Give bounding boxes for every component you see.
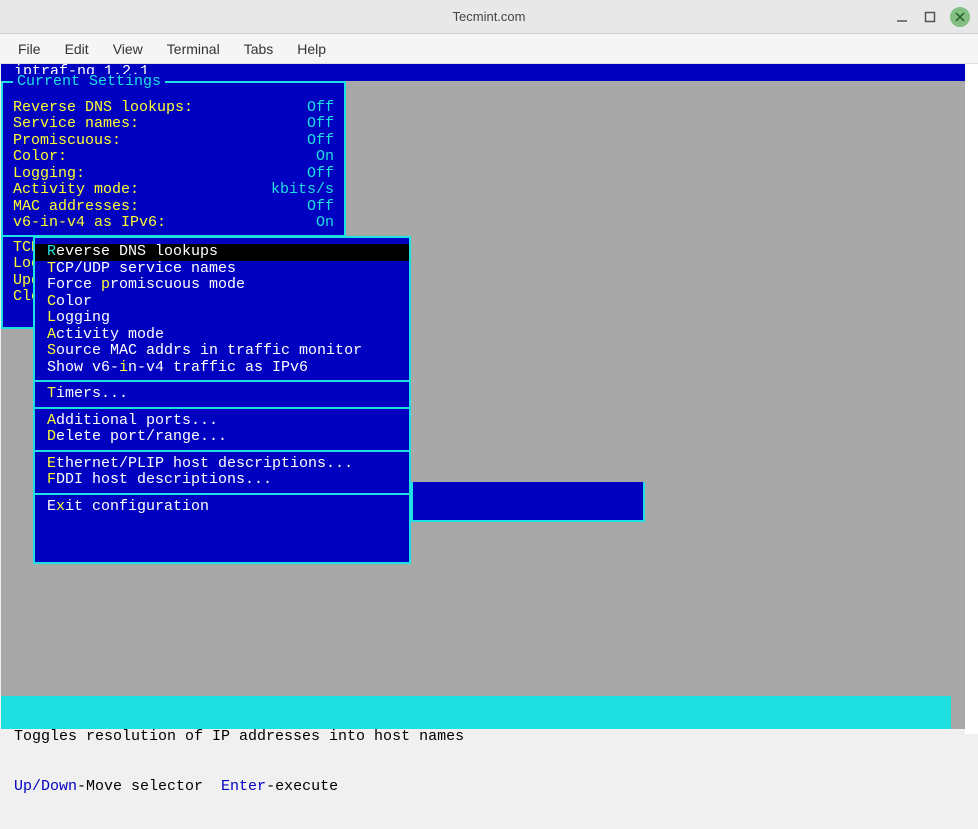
setting-row: MAC addresses: Off [13, 199, 334, 216]
menu-item[interactable]: TCP/UDP service names [35, 261, 409, 278]
setting-row: Color: On [13, 149, 334, 166]
menu-item[interactable]: Logging [35, 310, 409, 327]
menu-help[interactable]: Help [287, 37, 336, 61]
setting-value: Off [264, 166, 334, 183]
menu-item[interactable]: Activity mode [35, 327, 409, 344]
window-controls [894, 7, 970, 27]
setting-row: Activity mode: kbits/s [13, 182, 334, 199]
menu-terminal[interactable]: Terminal [157, 37, 230, 61]
setting-label: Activity mode: [13, 182, 139, 199]
setting-value: kbits/s [264, 182, 334, 199]
setting-label: Reverse DNS lookups: [13, 100, 193, 117]
setting-label: Color: [13, 149, 67, 166]
settings-title: Current Settings [13, 74, 165, 91]
setting-label: Promiscuous: [13, 133, 121, 150]
terminal-body: Reverse DNS lookupsTCP/UDP service names… [1, 81, 965, 696]
setting-value: Off [264, 116, 334, 133]
setting-value: Off [264, 100, 334, 117]
close-button[interactable] [950, 7, 970, 27]
menu-item[interactable]: Reverse DNS lookups [35, 244, 409, 261]
terminal-scrollbar[interactable] [965, 64, 978, 734]
menu-edit[interactable]: Edit [55, 37, 99, 61]
minimize-button[interactable] [894, 9, 910, 25]
menu-separator [35, 493, 409, 495]
menu-tabs[interactable]: Tabs [234, 37, 284, 61]
setting-value: Off [264, 199, 334, 216]
setting-row: Promiscuous: Off [13, 133, 334, 150]
maximize-button[interactable] [922, 9, 938, 25]
status-bar: Toggles resolution of IP addresses into … [1, 696, 951, 729]
menu-item[interactable]: Color [35, 294, 409, 311]
status-keys: Up/Down-Move selector Enter-execute [5, 779, 947, 796]
menu-separator [35, 407, 409, 409]
setting-row: Logging: Off [13, 166, 334, 183]
setting-row: v6-in-v4 as IPv6: On [13, 215, 334, 232]
menu-item[interactable]: Source MAC addrs in traffic monitor [35, 343, 409, 360]
menu-item[interactable]: Force promiscuous mode [35, 277, 409, 294]
menubar: File Edit View Terminal Tabs Help [0, 34, 978, 64]
menu-item[interactable]: Additional ports... [35, 413, 409, 430]
setting-value: Off [264, 133, 334, 150]
setting-value: On [264, 215, 334, 232]
menu-item[interactable]: Show v6-in-v4 traffic as IPv6 [35, 360, 409, 377]
menu-item[interactable]: FDDI host descriptions... [35, 472, 409, 489]
menu-item[interactable]: Delete port/range... [35, 429, 409, 446]
setting-label: MAC addresses: [13, 199, 139, 216]
window-titlebar: Tecmint.com [0, 0, 978, 34]
window-title: Tecmint.com [453, 9, 526, 24]
setting-label: Service names: [13, 116, 139, 133]
menu-separator [35, 380, 409, 382]
setting-label: Logging: [13, 166, 85, 183]
menu-separator [35, 450, 409, 452]
menu-item[interactable]: Ethernet/PLIP host descriptions... [35, 456, 409, 473]
setting-row: Service names: Off [13, 116, 334, 133]
menu-item[interactable]: Exit configuration [35, 499, 409, 516]
menu-file[interactable]: File [8, 37, 51, 61]
setting-row: Reverse DNS lookups: Off [13, 100, 334, 117]
status-hint: Toggles resolution of IP addresses into … [5, 729, 947, 746]
menu-view[interactable]: View [103, 37, 153, 61]
setting-value: On [264, 149, 334, 166]
config-menu: Reverse DNS lookupsTCP/UDP service names… [33, 236, 411, 564]
box-connector [411, 482, 645, 522]
terminal[interactable]: iptraf-ng 1.2.1 Reverse DNS lookupsTCP/U… [1, 64, 965, 729]
setting-label: v6-in-v4 as IPv6: [13, 215, 166, 232]
menu-item[interactable]: Timers... [35, 386, 409, 403]
